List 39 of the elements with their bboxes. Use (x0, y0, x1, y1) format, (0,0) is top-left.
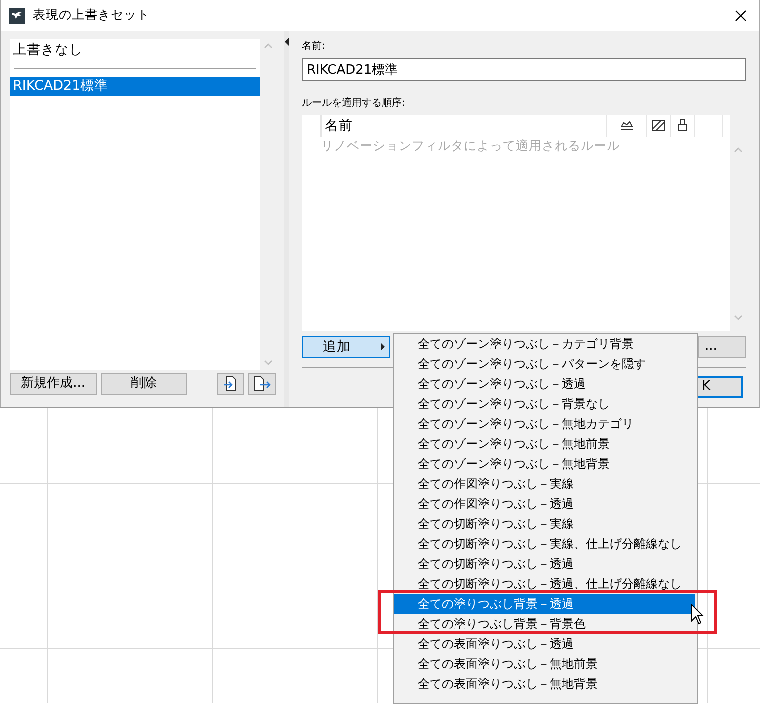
export-button[interactable] (248, 373, 276, 395)
menu-item[interactable]: 全てのゾーン塗りつぶし－パターンを隠す (394, 354, 695, 374)
file-import-icon (222, 376, 239, 392)
menu-item[interactable]: 全ての表面塗りつぶし－無地背景 (394, 674, 695, 694)
edit-button[interactable]: ... (698, 336, 746, 358)
window-title: 表現の上書きセット (33, 6, 150, 24)
new-button[interactable]: 新規作成... (10, 373, 97, 395)
app-icon (9, 8, 25, 24)
menu-item[interactable]: 全ての切断塗りつぶし－透過、仕上げ分離線なし (394, 574, 695, 594)
set-item[interactable]: RIKCAD21標準 (10, 77, 260, 96)
menu-item[interactable]: 全てのゾーン塗りつぶし－無地カテゴリ (394, 414, 695, 434)
menu-item[interactable]: 全ての作図塗りつぶし－実線 (394, 474, 695, 494)
file-export-icon (253, 376, 272, 392)
name-field[interactable]: RIKCAD21標準 (302, 58, 746, 81)
menu-item[interactable]: 全ての切断塗りつぶし－実線、仕上げ分離線なし (394, 534, 695, 554)
menu-item[interactable]: 全てのゾーン塗りつぶし－無地前景 (394, 434, 695, 454)
menu-item[interactable]: 全てのゾーン塗りつぶし－無地背景 (394, 454, 695, 474)
menu-item[interactable]: 全ての作図塗りつぶし－透過 (394, 494, 695, 514)
name-label: 名前: (302, 40, 326, 54)
rules-label: ルールを適用する順序: (302, 96, 406, 111)
import-button[interactable] (216, 373, 244, 395)
rule-placeholder: リノベーションフィルタによって適用されるルール (320, 137, 621, 155)
delete-button[interactable]: 削除 (100, 373, 188, 395)
set-item[interactable]: 上書きなし (10, 41, 260, 60)
close-icon[interactable] (735, 10, 747, 22)
menu-item[interactable]: 全ての表面塗りつぶし－透過 (394, 634, 695, 654)
add-button[interactable]: 追加 (302, 336, 390, 358)
column-header[interactable]: 名前 (321, 115, 607, 137)
collapse-icon[interactable] (285, 38, 289, 46)
menu-item[interactable]: 全てのゾーン塗りつぶし－透過 (394, 374, 695, 394)
menu-item[interactable]: 全ての切断塗りつぶし－透過 (394, 554, 695, 574)
menu-item[interactable]: 全ての塗りつぶし背景－透過 (394, 594, 695, 614)
submenu-arrow-icon (381, 343, 385, 351)
rules-list[interactable]: 名前 リノベーションフィルタによって適用されるルール (302, 115, 730, 331)
menu-item[interactable]: 全ての表面塗りつぶし－無地前景 (394, 654, 695, 674)
menu-item[interactable]: 全ての切断塗りつぶし－実線 (394, 514, 695, 534)
menu-item[interactable]: 全てのゾーン塗りつぶし－背景なし (394, 394, 695, 414)
menu-item[interactable]: 全てのゾーン塗りつぶし－カテゴリ背景 (394, 334, 695, 354)
cursor-icon (691, 604, 705, 626)
